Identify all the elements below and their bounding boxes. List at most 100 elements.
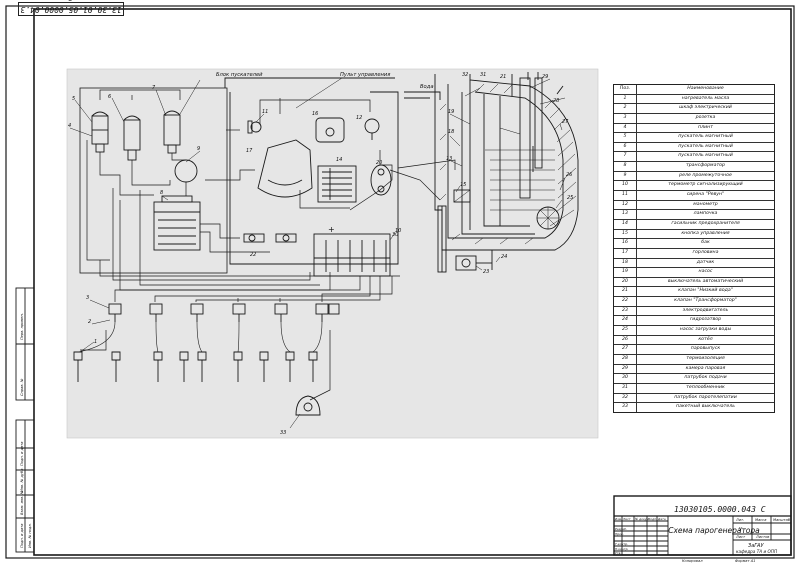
legend-pos: 29	[614, 364, 637, 374]
legend-pos: 30	[614, 374, 637, 383]
side-strip-label: Взам. инв. №	[20, 490, 24, 515]
legend-row: 4 плинт	[614, 123, 774, 134]
legend-pos: 15	[614, 229, 637, 239]
legend-name: теплообменник	[686, 384, 725, 390]
legend-name: сирена "Ревун"	[686, 192, 725, 198]
legend-row: 29 камера паровая	[614, 364, 774, 375]
title-block-text: Формат А1 Копировал Лит. Масса Масштаб У…	[682, 518, 791, 563]
side-strip-label: Подп. и дата	[20, 442, 24, 466]
legend-name: выключатель автоматический	[667, 278, 744, 284]
position-number: 14	[336, 157, 342, 163]
legend-pos: 9	[614, 171, 637, 181]
side-strip-labels: Перв. примен.Справ. №Подп. и датаИнв. № …	[20, 313, 32, 548]
legend-pos: 7	[614, 152, 637, 162]
legend-name: шкаф электрический	[679, 105, 732, 111]
designation-code: 13030105.0000.043 С	[674, 505, 766, 514]
legend-row: 15 кнопка управления	[614, 229, 774, 240]
title-block-field: Т.контр.	[615, 542, 628, 546]
position-number: 26	[566, 172, 572, 178]
position-number: 21	[500, 74, 506, 80]
legend-name: пакетный выключатель	[676, 404, 735, 410]
position-number: 24	[501, 254, 507, 260]
legend-name: клапан "Низкий вода"	[678, 288, 733, 294]
legend-name: насос загрузки воды	[679, 327, 732, 333]
position-number: 27	[562, 119, 569, 125]
legend-name: трансформатор	[685, 163, 726, 169]
legend-name: патрубок подачи	[684, 375, 727, 381]
legend-row: 2 шкаф электрический	[614, 104, 774, 114]
legend-row: 22 клапан "Трансформатор"	[614, 297, 774, 307]
top-code-stamp: 13.30.01.05.0000.04.3 С	[18, 0, 124, 16]
legend-pos: 17	[614, 248, 637, 258]
legend-row: 3 розетка	[614, 113, 774, 124]
legend-row: 28 термоизоляция	[614, 354, 774, 365]
legend-header: Поз. Наименование	[614, 85, 774, 95]
position-number: 23	[483, 269, 489, 275]
legend-pos: 6	[614, 142, 637, 152]
legend-row: 16 бак	[614, 239, 774, 249]
legend-pos: 24	[614, 316, 637, 326]
legend-name: гидрозатвор	[689, 317, 722, 323]
legend-name: горловина	[692, 249, 719, 255]
schema-area	[66, 68, 599, 439]
legend-name: патрубок паротелепатии	[674, 394, 737, 400]
legend-row: 19 насос	[614, 268, 774, 278]
position-number: 33	[280, 430, 286, 436]
legend-pos: 22	[614, 297, 637, 306]
legend-name: лампочка	[693, 211, 718, 217]
legend-name: электродвигатель	[682, 307, 729, 313]
legend-name: пускатель магнитный	[678, 153, 733, 159]
position-number: 32	[462, 72, 468, 78]
legend-name: бак	[701, 240, 710, 246]
legend-pos: 27	[614, 345, 637, 354]
side-strip	[15, 287, 35, 553]
legend-pos: 26	[614, 335, 637, 345]
position-number: 16	[312, 111, 318, 117]
legend-name: реле промежуточное	[679, 172, 732, 178]
legend-row: 14 гасильник предохранителя	[614, 219, 774, 230]
tb-sheets: Листов	[755, 535, 769, 539]
legend-row: 25 насос загрузки воды	[614, 326, 774, 336]
legend-pos: 2	[614, 104, 637, 113]
label-water: Вода	[420, 84, 434, 90]
legend-pos: 13	[614, 210, 637, 219]
title-block-field: Пров.	[615, 532, 624, 536]
legend-row: 23 электродвигатель	[614, 306, 774, 317]
title-block-field: Изм.	[615, 517, 622, 521]
drawing-title: Схема парогенератора	[668, 526, 760, 535]
legend-name: клапан "Трансформатор"	[674, 298, 737, 304]
legend-row: 32 патрубок паротелепатии	[614, 393, 774, 404]
position-number: 3	[86, 295, 89, 301]
legend-row: 33 пакетный выключатель	[614, 403, 774, 412]
side-strip-label: Перв. примен.	[20, 313, 24, 340]
legend-row: 7 пускатель магнитный	[614, 152, 774, 163]
side-strip-label: Справ. №	[20, 378, 24, 396]
legend-name: термоизоляция	[686, 355, 725, 361]
legend-pos: 14	[614, 219, 637, 229]
legend-row: 13 лампочка	[614, 210, 774, 220]
legend-row: 8 трансформатор	[614, 162, 774, 172]
legend-pos: 28	[614, 354, 637, 364]
side-strip-label: Подп. и дата	[20, 524, 24, 548]
title-block-field: Утв.	[615, 551, 621, 555]
position-number: 4	[68, 123, 71, 129]
position-number: 5	[72, 96, 75, 102]
legend-name: насос	[698, 269, 713, 275]
title-block-field: Подп.	[648, 517, 657, 521]
legend-name: котёл	[698, 336, 713, 342]
legend-row: 21 клапан "Низкий вода"	[614, 287, 774, 298]
legend-pos: 8	[614, 162, 637, 171]
legend-row: 1 нагреватель масла	[614, 94, 774, 105]
legend-name: манометр	[693, 201, 718, 207]
legend-row: 17 горловина	[614, 248, 774, 259]
legend-pos: 5	[614, 133, 637, 142]
position-number: 30	[392, 232, 398, 238]
legend-pos: 19	[614, 268, 637, 277]
legend-table: Поз. Наименование 1 нагреватель масла 2 шка…	[613, 84, 775, 413]
legend-pos: 11	[614, 191, 637, 200]
position-number: 9	[197, 146, 200, 152]
legend-pos: 32	[614, 393, 637, 403]
tb-org2: кафедра ТА и ОПП	[736, 549, 778, 554]
title-block-field: Дата	[657, 517, 666, 521]
tb-lit: Лит.	[735, 518, 744, 522]
